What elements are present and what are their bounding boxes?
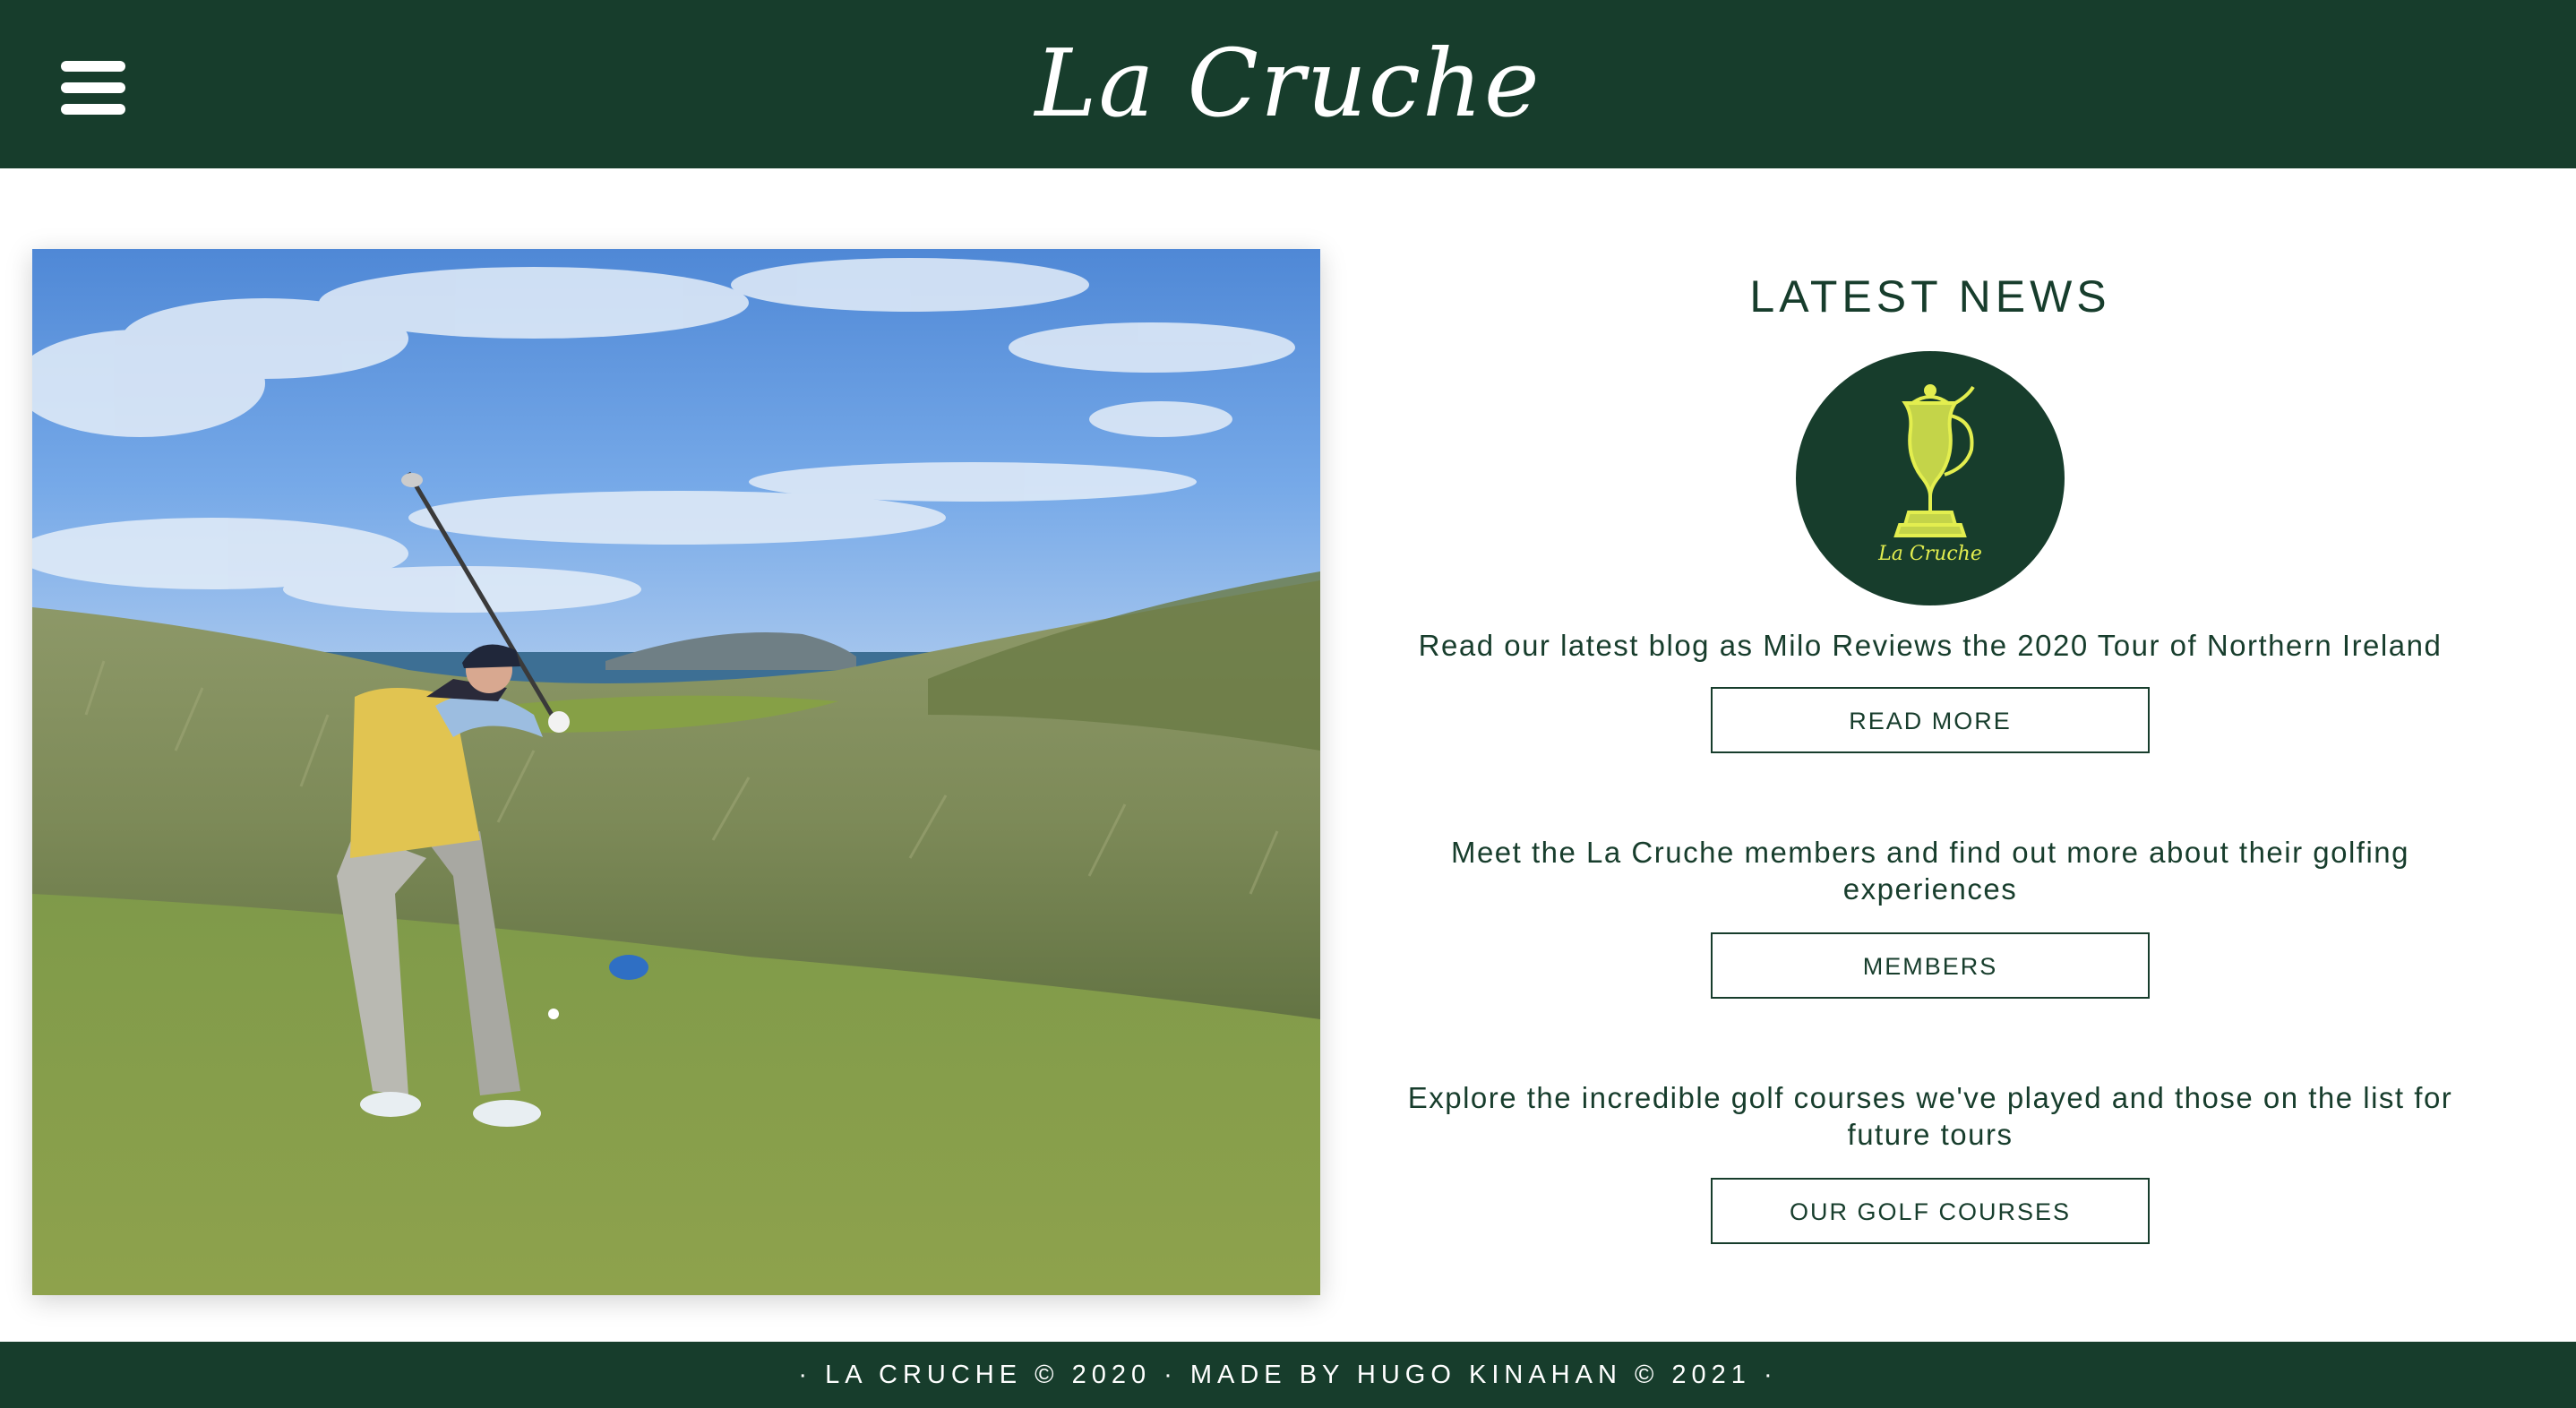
site-brand[interactable]: La Cruche xyxy=(0,16,2576,150)
hero-photo xyxy=(32,249,1320,1295)
site-header: La Cruche xyxy=(0,0,2576,168)
members-button[interactable]: MEMBERS xyxy=(1711,932,2150,999)
footer-text: · LA CRUCHE © 2020 · MADE BY HUGO KINAHA… xyxy=(798,1361,1778,1389)
club-logo: La Cruche xyxy=(1796,351,2065,605)
latest-news-section: LATEST NEWS La Cruche Read our latest bl… xyxy=(1361,249,2499,1244)
members-item-text: Meet the La Cruche members and find out … xyxy=(1450,836,2410,906)
news-title: LATEST NEWS xyxy=(1749,271,2111,322)
read-more-button[interactable]: READ MORE xyxy=(1711,687,2150,753)
golf-courses-button[interactable]: OUR GOLF COURSES xyxy=(1711,1178,2150,1244)
claret-jug-trophy-icon xyxy=(1893,384,1975,537)
logo-text: La Cruche xyxy=(1878,543,1982,565)
news-item-text: Read our latest blog as Milo Reviews the… xyxy=(1418,629,2443,662)
courses-item-text: Explore the incredible golf courses we'v… xyxy=(1407,1081,2453,1151)
site-footer: · LA CRUCHE © 2020 · MADE BY HUGO KINAHA… xyxy=(0,1342,2576,1408)
